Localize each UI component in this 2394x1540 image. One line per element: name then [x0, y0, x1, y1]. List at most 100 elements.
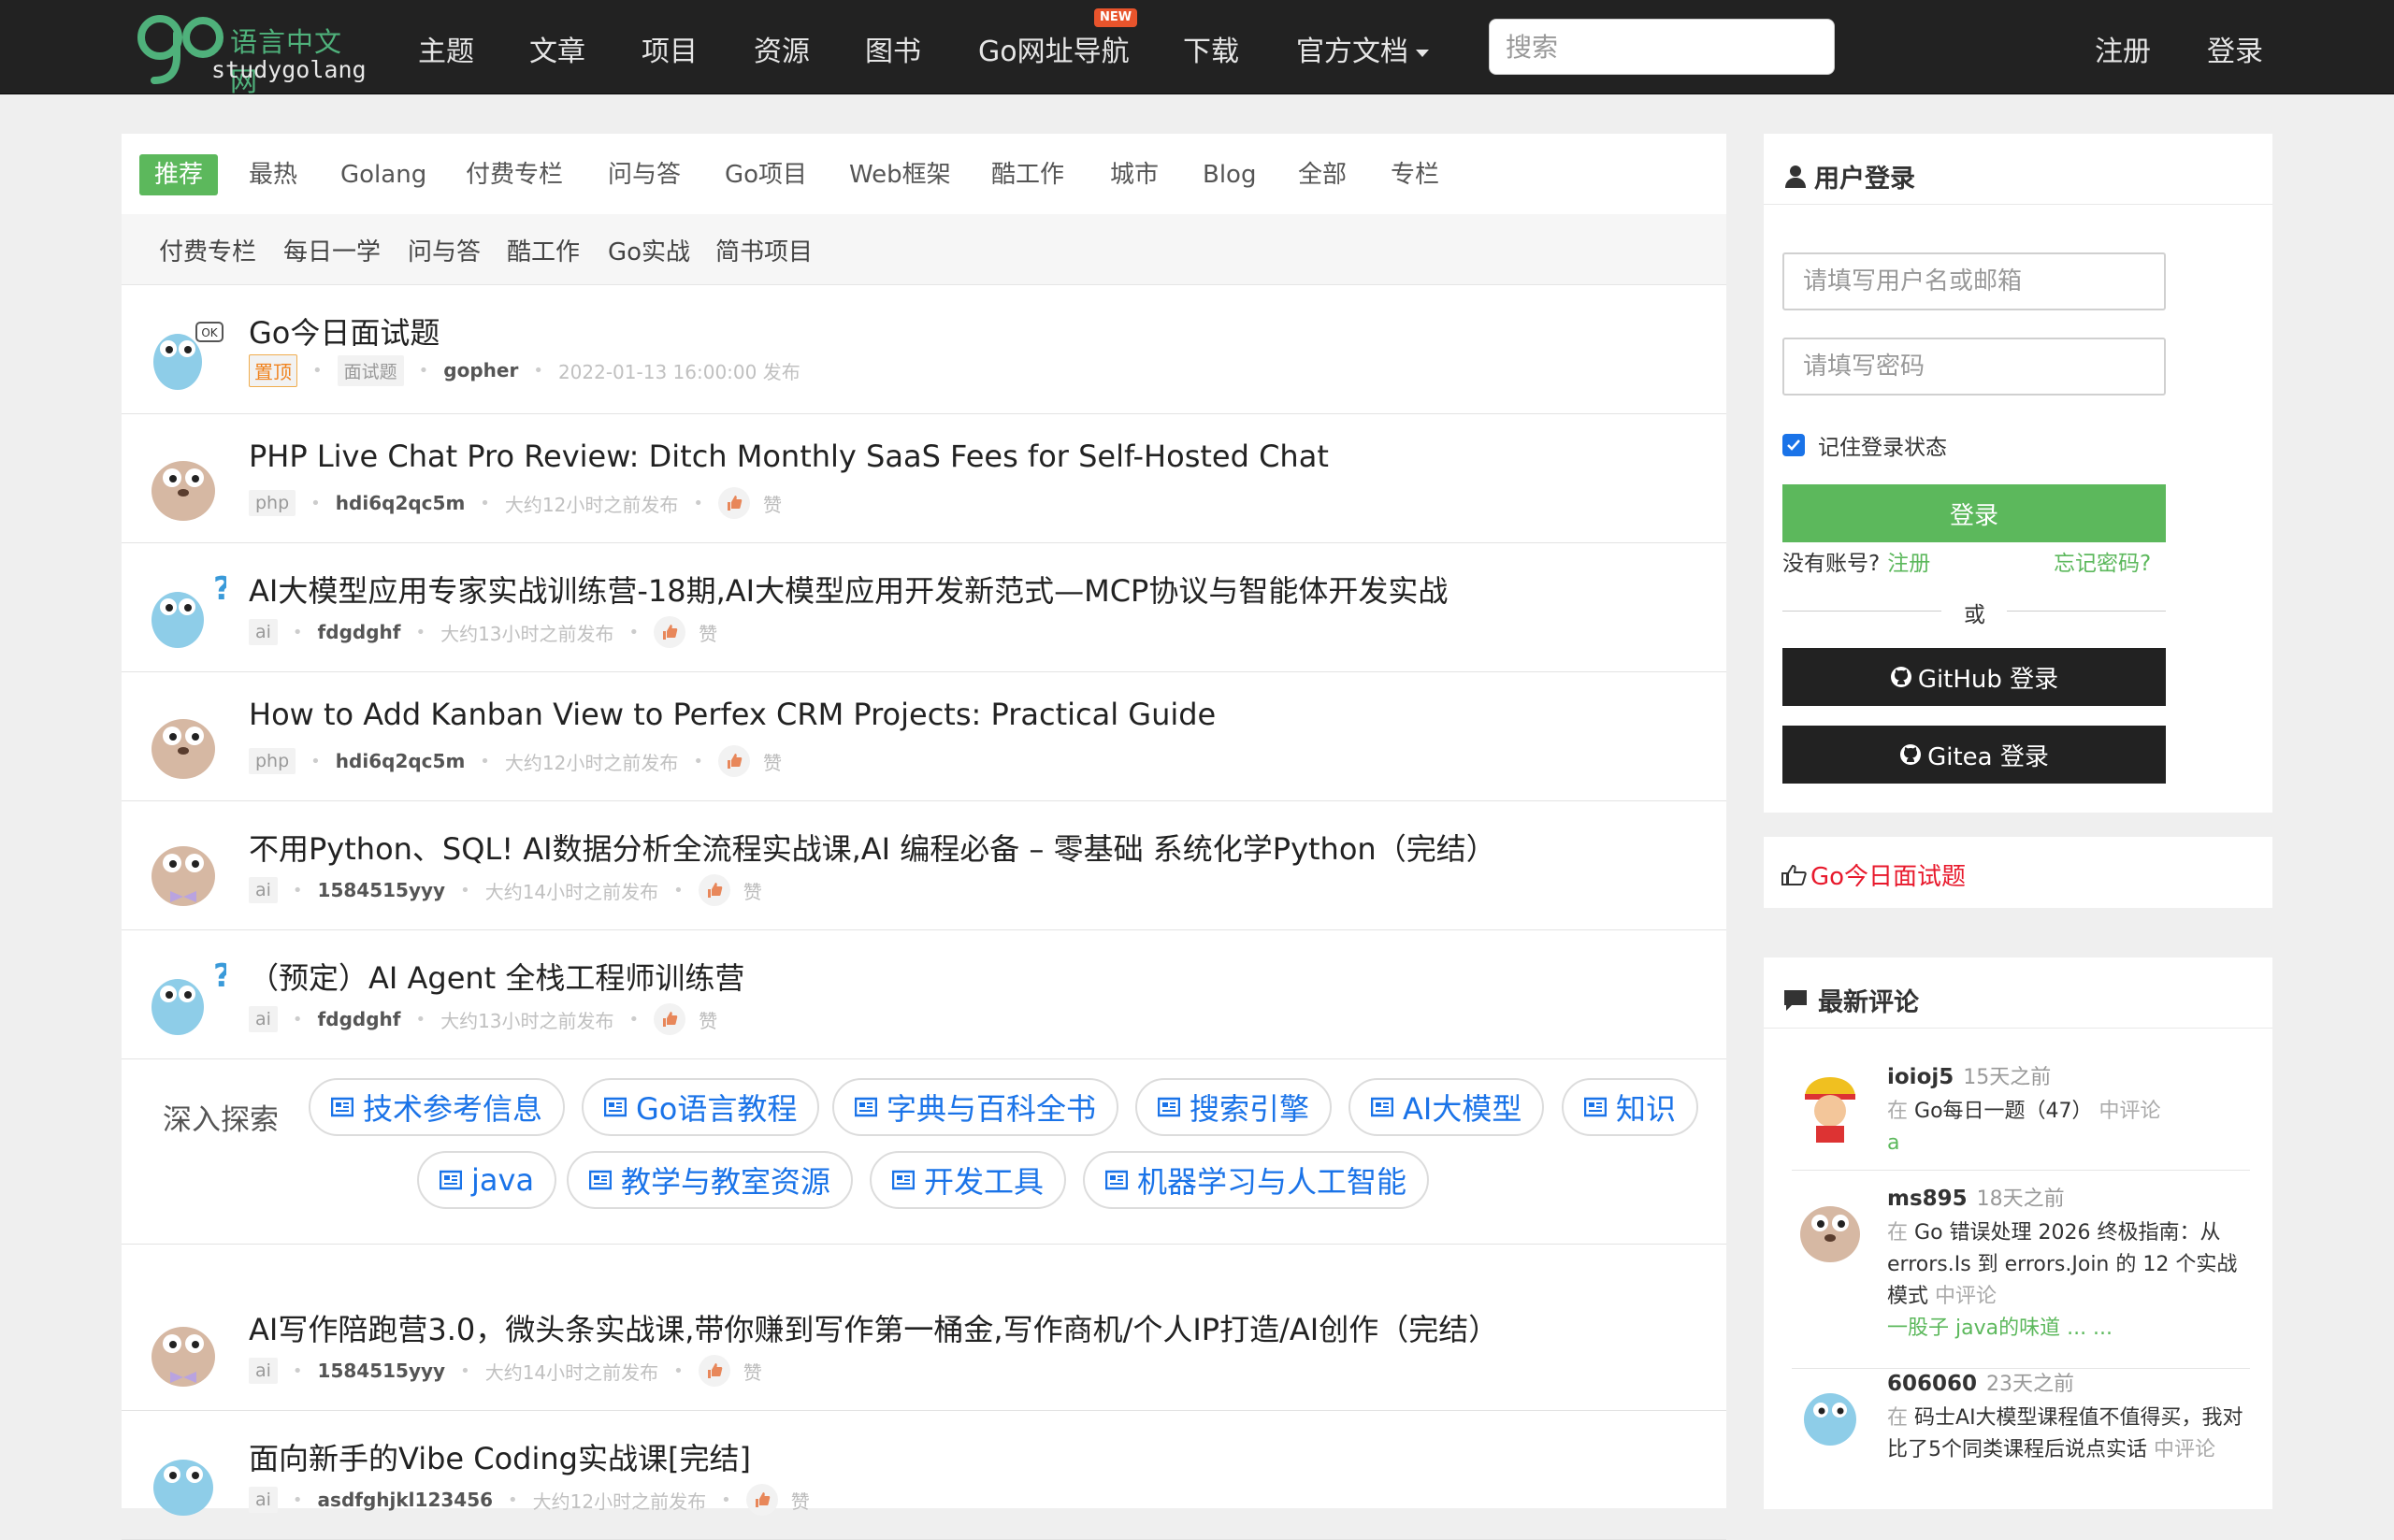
tab-golang[interactable]: Golang	[340, 154, 426, 195]
nav-register[interactable]: 注册	[2095, 28, 2151, 69]
topic-tag[interactable]: php	[249, 490, 296, 516]
thumbs-up-icon[interactable]	[654, 1003, 686, 1035]
tab-cool-jobs[interactable]: 酷工作	[991, 154, 1064, 195]
topic-author[interactable]: 1584515yyy	[318, 1360, 446, 1382]
like-label[interactable]: 赞	[791, 1487, 810, 1514]
topic-title[interactable]: PHP Live Chat Pro Review: Ditch Monthly …	[249, 439, 1329, 474]
topic-author[interactable]: gopher	[443, 359, 518, 381]
comment-author[interactable]: 606060	[1887, 1372, 1977, 1396]
nav-articles[interactable]: 文章	[529, 28, 585, 69]
gopher-ok-avatar-icon[interactable]: OK	[140, 313, 226, 394]
subtab-cool-jobs[interactable]: 酷工作	[507, 233, 580, 267]
topic-title[interactable]: AI写作陪跑营3.0，微头条实战课,带你赚到写作第一桶金,写作商机/个人IP打造…	[249, 1306, 1498, 1349]
gopher-question-avatar-icon[interactable]: ?	[140, 958, 226, 1039]
tab-paid-column[interactable]: 付费专栏	[466, 154, 563, 195]
gopher-brown-avatar-icon[interactable]	[140, 700, 226, 781]
topic-row[interactable]: ? （预定）AI Agent 全栈工程师训练营 ai • fdgdghf • 大…	[122, 930, 1726, 1059]
thumbs-up-icon[interactable]	[718, 745, 750, 777]
topic-title[interactable]: 面向新手的Vibe Coding实战课[完结]	[249, 1435, 751, 1478]
tab-blog[interactable]: Blog	[1203, 154, 1256, 195]
nav-go-links[interactable]: Go网址导航	[978, 28, 1130, 69]
comment-author[interactable]: ioioj5	[1887, 1065, 1954, 1089]
nav-topics[interactable]: 主题	[418, 28, 474, 69]
topic-title[interactable]: 不用Python、SQL! AI数据分析全流程实战课,AI 编程必备 – 零基础…	[249, 826, 1496, 869]
explore-pill[interactable]: 教学与教室资源	[567, 1151, 854, 1209]
topic-row[interactable]: PHP Live Chat Pro Review: Ditch Monthly …	[122, 414, 1726, 543]
topic-tag[interactable]: php	[249, 748, 296, 774]
topic-author[interactable]: fdgdghf	[318, 1008, 401, 1030]
nav-download[interactable]: 下载	[1183, 28, 1239, 69]
topic-tag[interactable]: ai	[249, 1006, 278, 1032]
nav-resources[interactable]: 资源	[754, 28, 810, 69]
gopher-bowtie-avatar-icon[interactable]	[140, 829, 226, 910]
explore-pill[interactable]: Go语言教程	[582, 1078, 820, 1136]
topic-tag[interactable]: 面试题	[337, 354, 404, 386]
topic-author[interactable]: hdi6q2qc5m	[336, 492, 466, 514]
thumbs-up-icon[interactable]	[718, 487, 750, 519]
search-input[interactable]	[1489, 19, 1835, 75]
topic-tag[interactable]: ai	[249, 619, 278, 645]
subtab-daily-learning[interactable]: 每日一学	[283, 233, 381, 267]
nav-login[interactable]: 登录	[2207, 28, 2263, 69]
topic-author[interactable]: asdfghjkl123456	[318, 1489, 493, 1511]
topic-row[interactable]: How to Add Kanban View to Perfex CRM Pro…	[122, 672, 1726, 801]
topic-tag[interactable]: ai	[249, 877, 278, 903]
tab-all[interactable]: 全部	[1298, 154, 1347, 195]
tab-city[interactable]: 城市	[1110, 154, 1159, 195]
like-label[interactable]: 赞	[763, 490, 782, 517]
comment-topic-link[interactable]: Go每日一题（47）	[1914, 1100, 2093, 1123]
site-logo[interactable]: 语言中文网 studygolang	[134, 7, 368, 97]
comment-author[interactable]: ms895	[1887, 1187, 1968, 1211]
topic-author[interactable]: 1584515yyy	[318, 879, 446, 901]
gopher-blue-avatar-icon[interactable]	[1792, 1376, 1868, 1453]
subtab-go-practice[interactable]: Go实战	[608, 233, 690, 267]
nav-books[interactable]: 图书	[865, 28, 921, 69]
gopher-brown-avatar-icon[interactable]	[1792, 1191, 1868, 1268]
topic-title[interactable]: Go今日面试题	[249, 309, 440, 353]
explore-pill[interactable]: 字典与百科全书	[832, 1078, 1119, 1136]
topic-title[interactable]: How to Add Kanban View to Perfex CRM Pro…	[249, 697, 1216, 732]
like-label[interactable]: 赞	[699, 619, 717, 646]
tab-go-projects[interactable]: Go项目	[725, 154, 807, 195]
register-link[interactable]: 注册	[1887, 552, 1930, 576]
gopher-bowtie-avatar-icon[interactable]	[140, 1310, 226, 1390]
topic-title[interactable]: AI大模型应用专家实战训练营-18期,AI大模型应用开发新范式—MCP协议与智能…	[249, 568, 1448, 611]
user-avatar-icon[interactable]	[1792, 1070, 1868, 1146]
nav-projects[interactable]: 项目	[642, 28, 698, 69]
like-label[interactable]: 赞	[763, 748, 782, 775]
topic-row[interactable]: OK Go今日面试题 置顶 • 面试题 • gopher • 2022-01-1…	[122, 285, 1726, 414]
tab-qa[interactable]: 问与答	[608, 154, 681, 195]
like-label[interactable]: 赞	[743, 1358, 762, 1385]
subtab-qa[interactable]: 问与答	[408, 233, 481, 267]
github-login-button[interactable]: GitHub 登录	[1782, 648, 2166, 706]
explore-pill[interactable]: java	[417, 1151, 557, 1209]
tab-recommended[interactable]: 推荐	[139, 154, 219, 195]
tab-web-frameworks[interactable]: Web框架	[849, 154, 951, 195]
topic-row[interactable]: ? AI大模型应用专家实战训练营-18期,AI大模型应用开发新范式—MCP协议与…	[122, 543, 1726, 672]
topic-row[interactable]: 面向新手的Vibe Coding实战课[完结] ai • asdfghjkl12…	[122, 1411, 1726, 1540]
topic-author[interactable]: hdi6q2qc5m	[336, 750, 466, 772]
explore-pill[interactable]: 机器学习与人工智能	[1083, 1151, 1430, 1209]
login-button[interactable]: 登录	[1782, 484, 2166, 542]
nav-official-docs[interactable]: 官方文档	[1296, 28, 1429, 69]
thumbs-up-icon[interactable]	[698, 1355, 730, 1387]
username-input[interactable]	[1782, 252, 2166, 310]
topic-row[interactable]: 不用Python、SQL! AI数据分析全流程实战课,AI 编程必备 – 零基础…	[122, 801, 1726, 930]
password-input[interactable]	[1782, 338, 2166, 396]
gitea-login-button[interactable]: Gitea 登录	[1782, 726, 2166, 784]
promo-link[interactable]: Go今日面试题	[1781, 857, 1966, 892]
gopher-question-avatar-icon[interactable]: ?	[140, 571, 226, 652]
explore-pill[interactable]: AI大模型	[1348, 1078, 1545, 1136]
like-label[interactable]: 赞	[743, 877, 762, 904]
topic-tag[interactable]: ai	[249, 1358, 278, 1384]
topic-row[interactable]: AI写作陪跑营3.0，微头条实战课,带你赚到写作第一桶金,写作商机/个人IP打造…	[122, 1282, 1726, 1411]
thumbs-up-icon[interactable]	[698, 874, 730, 906]
explore-pill[interactable]: 开发工具	[870, 1151, 1067, 1209]
subtab-jianshu-projects[interactable]: 简书项目	[715, 233, 813, 267]
explore-pill[interactable]: 搜索引擎	[1135, 1078, 1333, 1136]
subtab-paid-column[interactable]: 付费专栏	[159, 233, 256, 267]
forgot-password-link[interactable]: 忘记密码?	[2054, 545, 2151, 577]
thumbs-up-icon[interactable]	[745, 1484, 778, 1516]
explore-pill[interactable]: 技术参考信息	[309, 1078, 566, 1136]
like-label[interactable]: 赞	[699, 1006, 717, 1033]
